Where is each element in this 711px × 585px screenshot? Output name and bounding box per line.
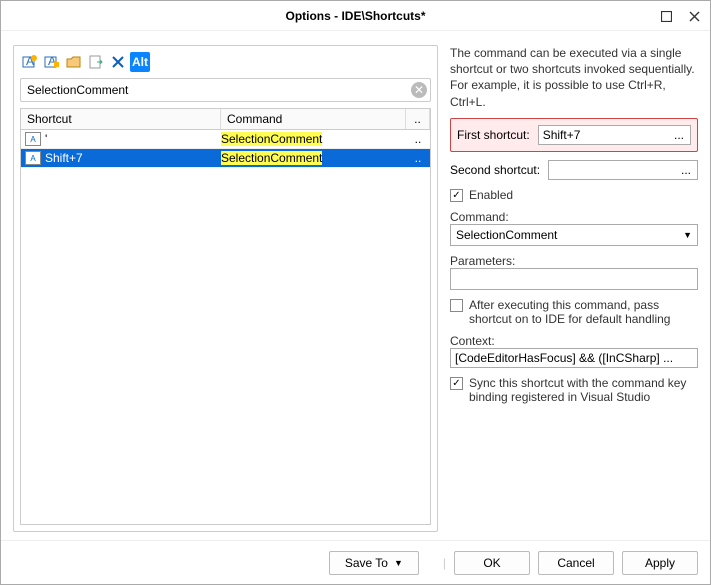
separator: |: [443, 556, 446, 570]
enabled-checkbox[interactable]: [450, 189, 463, 202]
context-label: Context:: [450, 334, 698, 348]
context-value: [CodeEditorHasFocus] && ([InCSharp] ...: [455, 351, 673, 365]
first-shortcut-group: First shortcut: Shift+7 ...: [450, 118, 698, 152]
import-button[interactable]: [64, 52, 84, 72]
command-select[interactable]: SelectionComment ▼: [450, 224, 698, 246]
dialog-body: A A Alt: [1, 31, 710, 540]
search-input[interactable]: [20, 78, 431, 102]
cell-shortcut: A ': [21, 130, 221, 148]
header-command[interactable]: Command: [221, 109, 406, 129]
ok-button[interactable]: OK: [454, 551, 530, 575]
parameters-label: Parameters:: [450, 254, 698, 268]
cell-command: SelectionComment: [221, 130, 406, 148]
second-shortcut-group: Second shortcut: ...: [450, 160, 698, 180]
table-row[interactable]: A Shift+7 SelectionComment ..: [21, 149, 430, 168]
maximize-icon: [661, 11, 672, 22]
enabled-label: Enabled: [469, 188, 513, 202]
clear-search-button[interactable]: ✕: [411, 82, 427, 98]
first-shortcut-value: Shift+7: [543, 128, 581, 142]
grid-body[interactable]: A ' SelectionComment .. A Shift+7: [21, 130, 430, 524]
options-window: Options - IDE\Shortcuts* A A: [0, 0, 711, 585]
delete-icon: [111, 55, 125, 69]
context-field[interactable]: [CodeEditorHasFocus] && ([InCSharp] ...: [450, 348, 698, 368]
table-row[interactable]: A ' SelectionComment ..: [21, 130, 430, 149]
parameters-group: Parameters:: [450, 254, 698, 290]
cancel-button[interactable]: Cancel: [538, 551, 614, 575]
right-panel: The command can be executed via a single…: [438, 45, 698, 532]
second-shortcut-label: Second shortcut:: [450, 163, 540, 177]
chevron-down-icon: ▼: [394, 558, 403, 568]
cell-command: SelectionComment: [221, 149, 406, 167]
sync-label: Sync this shortcut with the command key …: [469, 376, 698, 404]
shortcut-icon: A: [25, 151, 41, 165]
grid-header: Shortcut Command ..: [21, 109, 430, 130]
description-text: The command can be executed via a single…: [450, 45, 698, 110]
first-shortcut-browse[interactable]: ...: [672, 128, 686, 142]
alt-label: Alt: [132, 55, 148, 69]
pass-to-ide-label: After executing this command, pass short…: [469, 298, 698, 326]
header-shortcut[interactable]: Shortcut: [21, 109, 221, 129]
sync-row[interactable]: Sync this shortcut with the command key …: [450, 376, 698, 404]
second-shortcut-field[interactable]: ...: [548, 160, 698, 180]
context-group: Context: [CodeEditorHasFocus] && ([InCSh…: [450, 334, 698, 368]
footer: Save To ▼ | OK Cancel Apply: [1, 540, 710, 584]
left-panel: A A Alt: [13, 45, 438, 532]
maximize-button[interactable]: [658, 8, 674, 24]
first-shortcut-field[interactable]: Shift+7 ...: [538, 125, 691, 145]
shortcuts-grid: Shortcut Command .. A ' SelectionComment…: [20, 108, 431, 525]
command-text: SelectionComment: [221, 132, 322, 146]
header-more[interactable]: ..: [406, 109, 430, 129]
search-wrap: ✕: [20, 78, 431, 102]
chevron-down-icon: ▼: [683, 230, 692, 240]
cell-more[interactable]: ..: [406, 130, 430, 148]
titlebar: Options - IDE\Shortcuts*: [1, 1, 710, 31]
window-title: Options - IDE\Shortcuts*: [285, 9, 425, 23]
save-to-label: Save To: [345, 556, 388, 570]
command-group: Command: SelectionComment ▼: [450, 210, 698, 246]
export-button[interactable]: [86, 52, 106, 72]
shortcut-text: Shift+7: [45, 151, 83, 165]
cell-shortcut: A Shift+7: [21, 149, 221, 167]
command-text: SelectionComment: [221, 151, 322, 165]
clear-icon: ✕: [414, 83, 424, 97]
shortcut-text: ': [45, 132, 47, 146]
sync-checkbox[interactable]: [450, 377, 463, 390]
close-icon: [689, 11, 700, 22]
close-button[interactable]: [686, 8, 702, 24]
enabled-row[interactable]: Enabled: [450, 188, 698, 202]
pass-to-ide-row[interactable]: After executing this command, pass short…: [450, 298, 698, 326]
pass-to-ide-checkbox[interactable]: [450, 299, 463, 312]
export-icon: [88, 54, 104, 70]
copy-shortcut-button[interactable]: A: [42, 52, 62, 72]
delete-button[interactable]: [108, 52, 128, 72]
command-label: Command:: [450, 210, 698, 224]
shortcut-icon: A: [25, 132, 41, 146]
alt-toggle-button[interactable]: Alt: [130, 52, 150, 72]
first-shortcut-label: First shortcut:: [457, 128, 530, 142]
folder-open-icon: [66, 54, 82, 70]
second-shortcut-browse[interactable]: ...: [679, 163, 693, 177]
apply-button[interactable]: Apply: [622, 551, 698, 575]
svg-text:A: A: [26, 54, 34, 68]
copy-shortcut-icon: A: [44, 54, 60, 70]
parameters-input[interactable]: [450, 268, 698, 290]
add-shortcut-icon: A: [22, 54, 38, 70]
command-value: SelectionComment: [456, 228, 557, 242]
save-to-button[interactable]: Save To ▼: [329, 551, 419, 575]
window-controls: [658, 1, 702, 31]
toolbar: A A Alt: [20, 52, 431, 72]
cell-more[interactable]: ..: [406, 149, 430, 167]
svg-text:A: A: [48, 54, 56, 68]
add-shortcut-button[interactable]: A: [20, 52, 40, 72]
